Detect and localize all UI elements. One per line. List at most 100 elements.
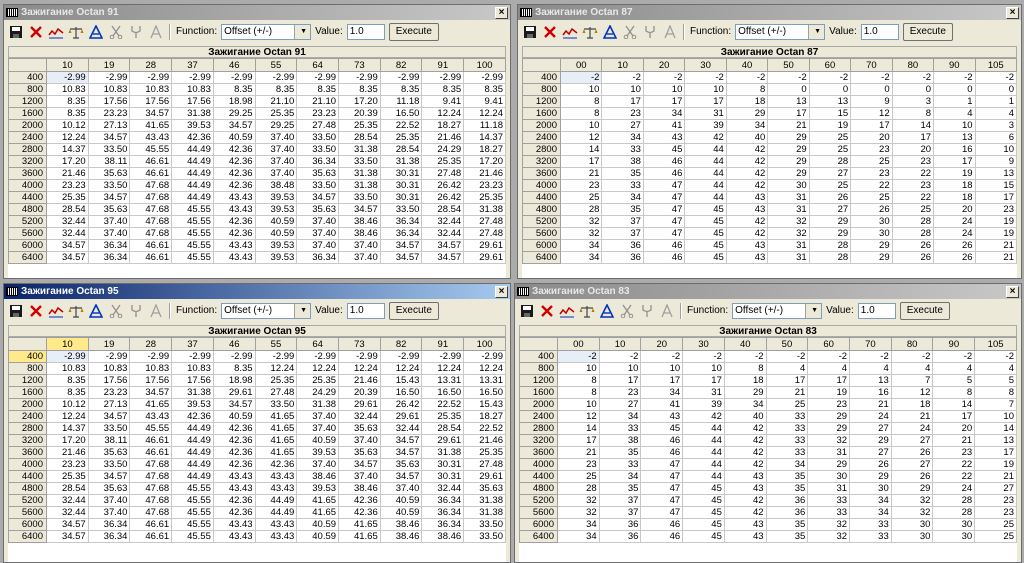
table-cell[interactable]: 29.61 [379, 410, 423, 423]
table-cell[interactable]: 10.83 [129, 83, 173, 96]
table-cell[interactable]: 8.35 [212, 83, 256, 96]
table-cell[interactable]: 25.35 [254, 374, 298, 387]
table-cell[interactable]: 34.57 [87, 470, 131, 483]
letter-a-button[interactable] [659, 303, 675, 319]
table-cell[interactable]: 34.57 [379, 251, 423, 264]
function-select[interactable]: Offset (+/-) ▼ [221, 23, 312, 40]
table-cell[interactable]: 11.18 [379, 95, 423, 108]
table-cell[interactable]: 16.50 [463, 386, 506, 399]
table-cell[interactable]: 44 [682, 446, 725, 459]
table-cell[interactable]: 37 [598, 506, 642, 519]
table-cell[interactable]: 37.40 [338, 251, 381, 264]
table-cell[interactable]: 42 [725, 167, 769, 180]
table-cell[interactable]: 42.36 [338, 494, 381, 507]
table-cell[interactable]: 32 [807, 518, 851, 531]
close-button[interactable]: × [495, 6, 508, 19]
table-cell[interactable]: 44 [684, 167, 727, 180]
table-cell[interactable]: 32 [807, 434, 851, 447]
table-cell[interactable]: 17 [974, 191, 1017, 204]
table-cell[interactable]: 45 [642, 143, 686, 156]
table-cell[interactable]: 17 [601, 95, 644, 108]
table-cell[interactable]: 8 [974, 386, 1017, 399]
table-cell[interactable]: 40 [723, 410, 767, 423]
table-cell[interactable]: 17 [557, 434, 600, 447]
table-cell[interactable]: 0 [808, 83, 852, 96]
fork-button[interactable] [639, 303, 655, 319]
table-cell[interactable]: 43 [725, 191, 769, 204]
table-cell[interactable]: 45 [682, 506, 725, 519]
table-cell[interactable]: 44.49 [171, 191, 214, 204]
table-cell[interactable]: 45.55 [171, 506, 214, 519]
table-cell[interactable]: 10.83 [171, 362, 214, 375]
table-cell[interactable]: 33 [598, 422, 642, 435]
table-cell[interactable]: 42.36 [212, 179, 256, 192]
table-cell[interactable]: 28 [808, 155, 852, 168]
triangle-a-button[interactable] [88, 303, 104, 319]
table-cell[interactable]: 41.65 [338, 530, 381, 543]
table-cell[interactable]: 37.40 [296, 458, 340, 471]
table-cell[interactable]: 45.55 [171, 215, 214, 228]
table-cell[interactable]: 6 [974, 131, 1017, 144]
table-cell[interactable]: 17 [682, 374, 725, 387]
table-cell[interactable]: 13.31 [421, 374, 465, 387]
table-cell[interactable]: 34.57 [129, 386, 173, 399]
table-cell[interactable]: 4 [807, 362, 851, 375]
close-button[interactable]: × [1006, 6, 1019, 19]
table-cell[interactable]: 39 [682, 398, 725, 411]
table-cell[interactable]: -2.99 [421, 71, 465, 84]
table-cell[interactable]: -2 [850, 71, 893, 84]
table-cell[interactable]: 38 [601, 155, 644, 168]
balance-button[interactable] [582, 24, 598, 40]
table-cell[interactable]: 25 [808, 143, 852, 156]
table-cell[interactable]: 18 [933, 191, 976, 204]
table-cell[interactable]: 43.43 [212, 203, 256, 216]
table-cell[interactable]: 45.55 [171, 530, 214, 543]
table-cell[interactable]: 40.59 [379, 506, 423, 519]
table-cell[interactable]: 25.35 [421, 155, 465, 168]
table-cell[interactable]: 43.43 [254, 470, 298, 483]
delete-button[interactable] [542, 24, 558, 40]
table-cell[interactable]: 36.34 [421, 494, 465, 507]
table-cell[interactable]: 44.49 [171, 155, 214, 168]
delete-button[interactable] [28, 24, 44, 40]
table-cell[interactable]: 8 [557, 386, 600, 399]
table-cell[interactable]: 47.68 [129, 482, 173, 495]
table-cell[interactable]: 37.40 [338, 239, 381, 252]
table-cell[interactable]: 17.20 [463, 155, 506, 168]
table-cell[interactable]: 42 [723, 446, 767, 459]
table-cell[interactable]: 45 [682, 530, 725, 543]
table-cell[interactable]: 14.37 [463, 131, 506, 144]
table-cell[interactable]: 27.48 [463, 458, 506, 471]
table-cell[interactable]: 28 [557, 482, 600, 495]
table-cell[interactable]: 8 [723, 362, 767, 375]
table-cell[interactable]: 23 [891, 155, 935, 168]
table-cell[interactable]: 31 [807, 482, 851, 495]
table-cell[interactable]: 39 [684, 119, 727, 132]
scissors-button[interactable] [108, 303, 124, 319]
table-cell[interactable]: 23 [598, 386, 642, 399]
table-cell[interactable]: 29.61 [463, 239, 506, 252]
table-cell[interactable]: 31.38 [421, 446, 465, 459]
table-cell[interactable]: 13 [849, 374, 892, 387]
table-cell[interactable]: 35 [601, 203, 644, 216]
table-cell[interactable]: 34 [849, 506, 892, 519]
table-cell[interactable]: 10 [974, 410, 1017, 423]
table-cell[interactable]: 42 [725, 179, 769, 192]
table-cell[interactable]: 31.38 [463, 203, 506, 216]
table-cell[interactable]: 26.42 [379, 398, 423, 411]
table-cell[interactable]: 14.37 [46, 422, 89, 435]
table-cell[interactable]: -2 [974, 71, 1017, 84]
table-cell[interactable]: -2.99 [254, 71, 298, 84]
table-cell[interactable]: 42.36 [212, 143, 256, 156]
table-cell[interactable]: 8.35 [254, 83, 298, 96]
table-cell[interactable]: -2 [807, 350, 851, 363]
table-cell[interactable]: 35 [765, 470, 809, 483]
table-cell[interactable]: 45 [682, 494, 725, 507]
table-cell[interactable]: 23 [974, 203, 1017, 216]
table-cell[interactable]: 43 [640, 410, 684, 423]
table-cell[interactable]: 35.63 [87, 203, 131, 216]
table-cell[interactable]: 9.41 [421, 95, 465, 108]
table-cell[interactable]: 26 [933, 251, 976, 264]
triangle-a-button[interactable] [599, 303, 615, 319]
table-cell[interactable]: 4 [890, 362, 934, 375]
